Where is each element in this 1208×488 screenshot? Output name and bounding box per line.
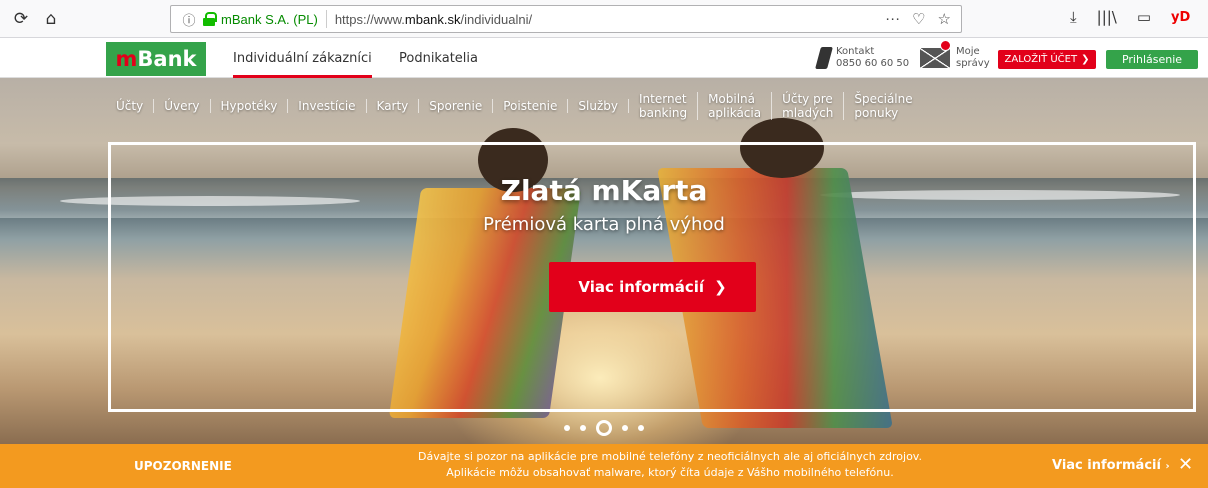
main-nav: Účty Úvery Hypotéky Investície Karty Sporenie… xyxy=(106,78,923,134)
hero-title: Zlatá mKarta xyxy=(500,174,708,207)
nav-item[interactable]: Poistenie xyxy=(493,99,569,113)
hero-banner: Účty Úvery Hypotéky Investície Karty Sporenie… xyxy=(0,78,1208,444)
chevron-right-icon: ❯ xyxy=(1081,54,1090,65)
sidebar-icon[interactable]: ▭ xyxy=(1137,8,1151,26)
carousel-dots xyxy=(0,420,1208,436)
reload-icon[interactable]: ⟳ xyxy=(8,6,34,32)
divider xyxy=(325,10,327,28)
warning-more-link[interactable]: Viac informácií › xyxy=(1052,458,1170,473)
yandex-icon[interactable]: yD xyxy=(1171,10,1190,25)
nav-item[interactable]: Hypotéky xyxy=(211,99,289,113)
nav-item[interactable]: Sporenie xyxy=(419,99,494,113)
nav-item[interactable]: Karty xyxy=(367,99,420,113)
lock-icon xyxy=(203,12,217,26)
nav-item[interactable]: Špeciálne ponuky xyxy=(844,92,922,120)
hero-subtitle: Prémiová karta plná výhod xyxy=(483,214,725,235)
nav-item[interactable]: Služby xyxy=(568,99,629,113)
mbank-logo[interactable]: m Bank xyxy=(106,42,206,76)
carousel-dot[interactable] xyxy=(622,425,628,431)
nav-item[interactable]: Internet banking xyxy=(629,92,699,120)
more-actions-icon[interactable]: ··· xyxy=(885,10,900,28)
download-icon[interactable]: ⤓ xyxy=(1070,8,1077,26)
warning-bar: UPOZORNENIE Dávajte si pozor na aplikáci… xyxy=(0,444,1208,488)
messages-link[interactable]: Moje správy xyxy=(920,40,990,70)
nav-item[interactable]: Mobilná aplikácia xyxy=(698,92,773,120)
open-account-button[interactable]: ZALOŽIŤ ÚČET ❯ xyxy=(998,50,1096,69)
nav-item[interactable]: Účty pre mladých xyxy=(772,92,845,120)
home-icon[interactable]: ⌂ xyxy=(38,6,64,32)
warning-text: Dávajte si pozor na aplikácie pre mobiln… xyxy=(418,450,922,479)
chevron-right-icon: ❯ xyxy=(714,278,727,296)
contact-link[interactable]: Kontakt 0850 60 60 50 xyxy=(815,46,909,70)
tab-business[interactable]: Podnikatelia xyxy=(399,51,478,66)
nav-item[interactable]: Úvery xyxy=(154,99,211,113)
nav-item[interactable]: Investície xyxy=(288,99,367,113)
phone-icon xyxy=(815,47,833,69)
url-text[interactable]: https://www.mbank.sk/individualni/ xyxy=(335,12,532,27)
chevron-right-icon: › xyxy=(1165,461,1170,472)
notification-badge xyxy=(940,40,951,51)
browser-toolbar: ⟳ ⌂ ⓘ mBank S.A. (PL) https://www.mbank.… xyxy=(0,0,1208,38)
carousel-dot[interactable] xyxy=(564,425,570,431)
carousel-dot[interactable] xyxy=(638,425,644,431)
login-button[interactable]: Prihlásenie xyxy=(1106,50,1198,69)
close-icon[interactable]: ✕ xyxy=(1178,454,1193,475)
carousel-dot[interactable] xyxy=(596,420,612,436)
bookmark-star-icon[interactable]: ☆ xyxy=(938,10,951,28)
pocket-icon[interactable]: ♡ xyxy=(912,10,925,28)
site-identity: mBank S.A. (PL) xyxy=(221,11,318,27)
more-info-button[interactable]: Viac informácií ❯ xyxy=(549,262,756,312)
address-bar[interactable]: ⓘ mBank S.A. (PL) https://www.mbank.sk/i… xyxy=(170,5,962,33)
nav-item[interactable]: Účty xyxy=(106,99,155,113)
carousel-dot[interactable] xyxy=(580,425,586,431)
site-header: m Bank Individuální zákazníci Podnikateli… xyxy=(0,38,1208,78)
warning-label: UPOZORNENIE xyxy=(134,459,232,473)
info-icon[interactable]: ⓘ xyxy=(179,10,199,29)
library-icon[interactable]: |||\ xyxy=(1097,8,1117,26)
tab-individual[interactable]: Individuální zákazníci xyxy=(233,51,372,78)
mail-icon xyxy=(920,48,950,68)
